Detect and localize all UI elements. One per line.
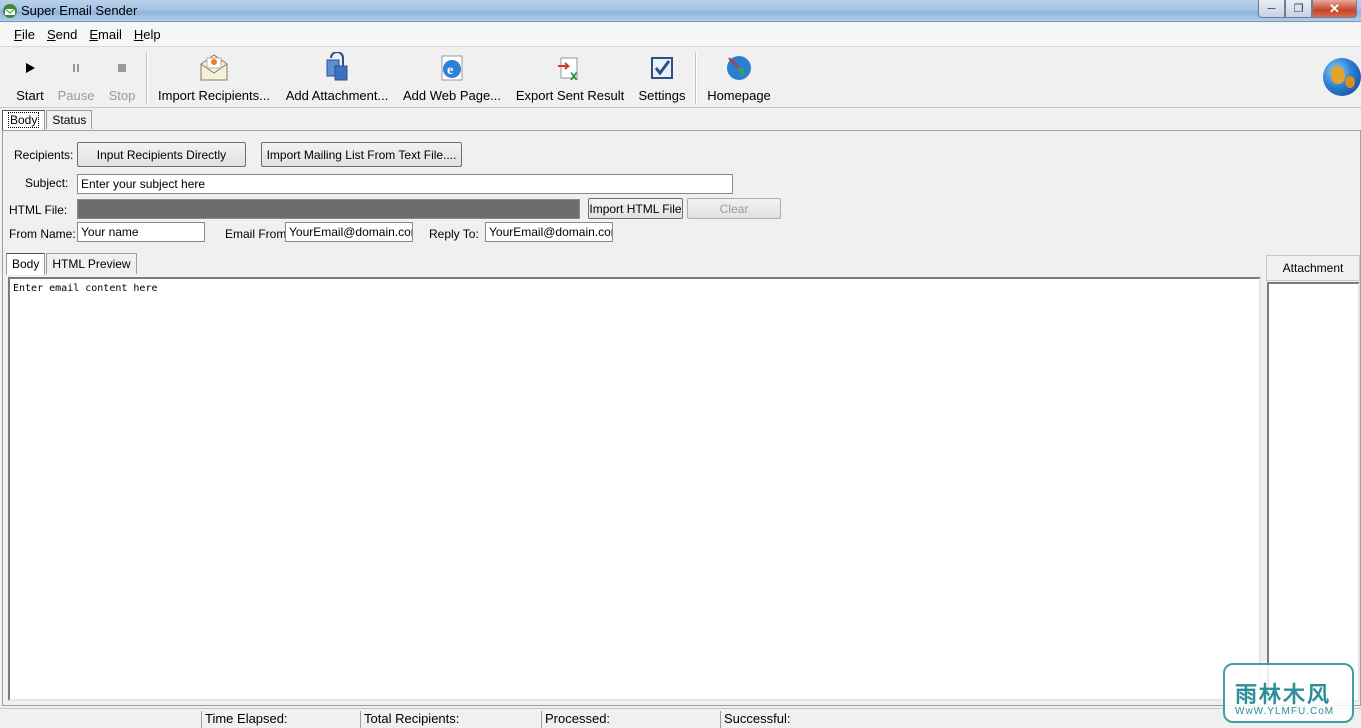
successful-status: Successful: [720, 711, 1020, 728]
html-file-label: HTML File: [9, 203, 68, 217]
menu-send[interactable]: Send [41, 27, 83, 42]
svg-text:e: e [447, 63, 453, 78]
export-sent-result-button[interactable]: x Export Sent Result [516, 50, 624, 106]
tab-body-editor[interactable]: Body [6, 253, 46, 275]
minimize-icon: ─ [1267, 2, 1276, 15]
close-icon: ✕ [1329, 0, 1340, 16]
import-recipients-button[interactable]: Import Recipients... [156, 50, 272, 106]
main-tabs: Body Status [2, 110, 93, 130]
recipients-label: Recipients: [14, 148, 74, 162]
import-mailing-list-button[interactable]: Import Mailing List From Text File.... [261, 142, 462, 167]
from-name-input[interactable]: Your name [77, 222, 205, 242]
attachment-header: Attachment [1266, 255, 1360, 281]
html-file-path-field[interactable] [77, 199, 580, 219]
from-name-label: From Name: [9, 227, 76, 241]
email-from-input[interactable]: YourEmail@domain.com [285, 222, 413, 242]
add-web-page-button[interactable]: e Add Web Page... [402, 50, 502, 106]
reply-to-input[interactable]: YourEmail@domain.com [485, 222, 613, 242]
stop-icon [118, 64, 126, 72]
envelope-icon [200, 54, 228, 81]
start-button[interactable]: Start [12, 50, 48, 106]
toolbar: Start Pause Stop Import Recipients... Ad… [0, 48, 1361, 108]
subject-input[interactable]: Enter your subject here [77, 174, 733, 194]
window-title: Super Email Sender [21, 3, 138, 18]
attachment-list[interactable] [1267, 282, 1360, 702]
homepage-button[interactable]: Homepage [704, 50, 774, 106]
menu-email[interactable]: Email [83, 27, 128, 42]
pause-button[interactable]: Pause [56, 50, 96, 106]
watermark-logo: 雨林木风 WwW.YLMFU.CoM [1223, 663, 1354, 723]
watermark-title: 雨林木风 [1235, 682, 1332, 707]
stop-button[interactable]: Stop [104, 50, 140, 106]
subject-label: Subject: [25, 176, 69, 190]
time-elapsed-status: Time Elapsed: [201, 711, 359, 728]
watermark-url: WwW.YLMFU.CoM [1235, 706, 1335, 717]
menu-bar: File Send Email Help [0, 23, 1361, 47]
minimize-button[interactable]: ─ [1258, 0, 1285, 18]
play-icon [26, 63, 35, 73]
reply-to-label: Reply To: [429, 227, 479, 241]
settings-button[interactable]: Settings [636, 50, 688, 106]
menu-help[interactable]: Help [128, 27, 167, 42]
input-recipients-directly-button[interactable]: Input Recipients Directly [77, 142, 246, 167]
status-bar: Time Elapsed: Total Recipients: Processe… [0, 708, 1361, 728]
attachment-icon [326, 52, 348, 81]
add-attachment-button[interactable]: Add Attachment... [284, 50, 390, 106]
maximize-button[interactable]: ❐ [1285, 0, 1312, 18]
restore-icon: ❐ [1293, 3, 1304, 15]
tab-body[interactable]: Body [2, 110, 46, 130]
email-content-editor[interactable]: Enter email content here [8, 277, 1261, 701]
clear-button[interactable]: Clear [687, 198, 781, 219]
menu-file[interactable]: File [8, 27, 41, 42]
home-globe-icon [727, 56, 751, 80]
import-html-file-button[interactable]: Import HTML File [588, 198, 683, 219]
svg-text:x: x [570, 67, 578, 83]
internet-explorer-icon: e [441, 55, 463, 81]
processed-status: Processed: [541, 711, 719, 728]
pause-icon [73, 64, 79, 72]
tab-html-preview[interactable]: HTML Preview [46, 253, 137, 274]
tab-status[interactable]: Status [46, 110, 93, 129]
app-icon [3, 4, 17, 18]
total-recipients-status: Total Recipients: [360, 711, 540, 728]
email-from-label: Email From: [225, 227, 290, 241]
body-tabs: Body HTML Preview [6, 253, 138, 275]
globe-logo-icon [1323, 58, 1361, 96]
excel-export-icon: x [558, 57, 578, 83]
title-bar: Super Email Sender ─ ❐ ✕ [0, 0, 1361, 22]
settings-checklist-icon [651, 57, 673, 79]
close-button[interactable]: ✕ [1312, 0, 1357, 18]
